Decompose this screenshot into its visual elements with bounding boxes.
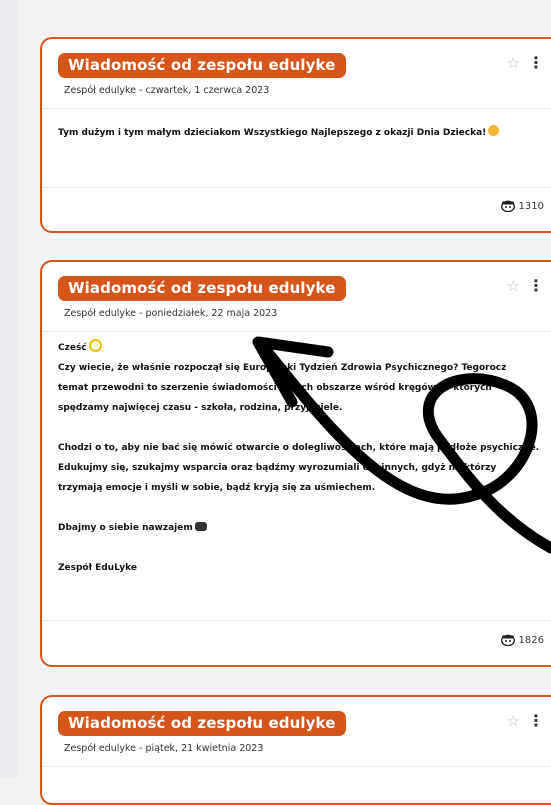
post-line: temat przewodni to szerzenie świadomości… [58,383,492,393]
post-line: Cześć [58,343,87,353]
more-menu-icon[interactable]: ⋮ [528,713,544,729]
post-line [58,418,551,438]
post-line: spędzamy najwięcej czasu - szkoła, rodzi… [58,403,343,413]
post-line: trzymają emocje i myśli w sobie, bądź kr… [58,483,376,493]
post-line [58,538,551,558]
star-icon[interactable]: ☆ [507,278,520,294]
post-meta: Zespół edulyke - poniedziałek, 22 maja 2… [64,308,278,319]
star-icon[interactable]: ☆ [507,713,520,729]
more-menu-icon[interactable]: ⋮ [528,55,544,71]
view-count-value: 1826 [518,634,544,646]
post-title: Wiadomość od zespołu edulyke [58,711,346,736]
post-line: Dbajmy o siebie nawzajem [58,523,193,533]
post-card: Wiadomość od zespołu edulyke Zespół edul… [40,260,551,667]
post-title: Wiadomość od zespołu edulyke [58,276,346,301]
post-line: Chodzi o to, aby nie bać się mówić otwar… [58,443,540,453]
post-line: Edukujmy się, szukajmy wsparcia oraz bąd… [58,463,497,473]
post-meta: Zespół edulyke - piątek, 21 kwietnia 202… [64,743,264,754]
post-title: Wiadomość od zespołu edulyke [58,53,346,78]
post-line [58,498,551,518]
left-panel-edge [0,0,18,778]
view-count: 1826 [500,634,544,646]
divider [42,766,551,767]
divider [42,620,551,621]
post-card: Wiadomość od zespołu edulyke Zespół edul… [40,695,551,805]
post-line: Czy wiecie, że właśnie rozpoczął się Eur… [58,363,507,373]
people-emoji-icon [194,522,207,531]
eye-face-icon [500,200,515,212]
more-menu-icon[interactable]: ⋮ [528,278,544,294]
post-line: Zespół EduLyke [58,563,137,573]
post-line: Tym dużym i tym małym dzieciakom Wszystk… [58,128,487,138]
post-meta: Zespół edulyke - czwartek, 1 czerwca 202… [64,85,270,96]
post-card: Wiadomość od zespołu edulyke Zespół edul… [40,37,551,233]
hug-emoji-icon [488,125,500,136]
post-body: Tym dużym i tym małym dzieciakom Wszystk… [42,109,551,143]
eye-face-icon [500,634,515,646]
star-icon[interactable]: ☆ [507,55,520,71]
view-count: 1310 [500,200,544,212]
post-body: Cześć Czy wiecie, że właśnie rozpoczął s… [42,332,551,578]
circle-emoji-icon [88,339,102,352]
divider [42,187,551,188]
view-count-value: 1310 [518,200,544,212]
